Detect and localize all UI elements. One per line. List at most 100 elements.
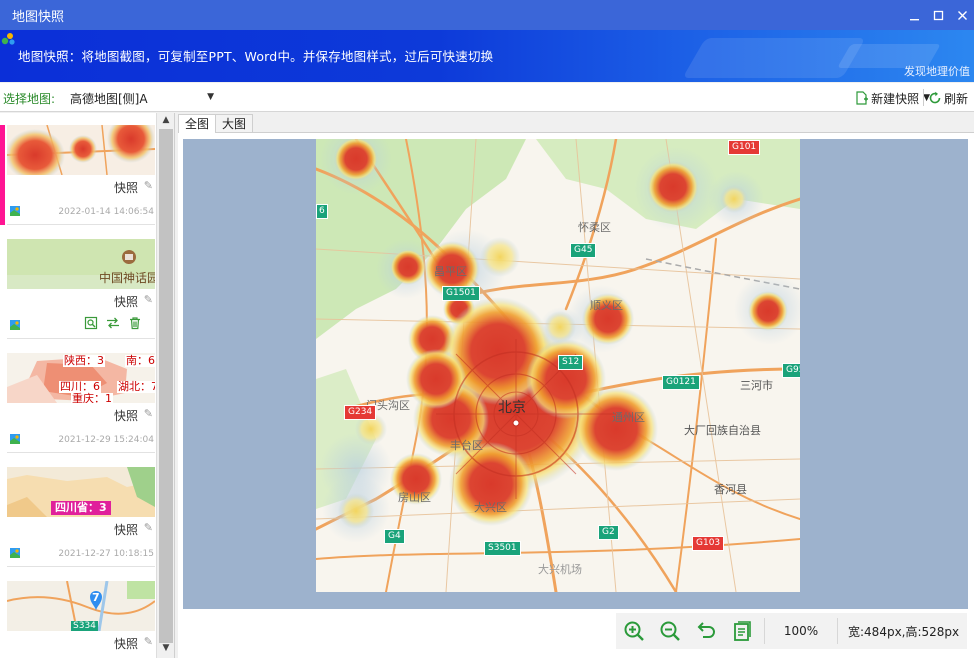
snapshot-date: 2021-12-27 10:18:15 (58, 549, 154, 559)
app-logo-icon (1, 33, 15, 45)
thumbnail-label: 南：6 (125, 354, 155, 367)
map-label: 顺义区 (590, 299, 623, 312)
road-shield: G2 (598, 525, 619, 540)
snapshot-item[interactable]: 中国神话园 快照 ✎ (0, 227, 156, 339)
road-shield: S12 (558, 355, 584, 370)
copy-image-button[interactable] (724, 613, 760, 649)
zoom-out-icon (660, 621, 680, 641)
refresh-button[interactable]: 刷新 (928, 88, 968, 108)
map-select-value: 高德地图[侧]A (70, 91, 148, 106)
snapshot-item[interactable]: 陕西：3 南：6 四川：6 湖北：7 重庆：1 快照 ✎ 2021-12-29 … (0, 341, 156, 453)
map-canvas[interactable]: 北京 怀柔区 昌平区 顺义区 门头沟区 丰台区 房山区 大兴区 通州区 三河市 … (183, 139, 968, 609)
zoom-toolbar: 100% 宽:484px,高:528px (616, 613, 967, 649)
close-button[interactable] (950, 0, 974, 30)
map-preview[interactable]: 北京 怀柔区 昌平区 顺义区 门头沟区 丰台区 房山区 大兴区 通州区 三河市 … (316, 139, 800, 592)
map-app-icon (10, 206, 20, 216)
scrollbar-thumb[interactable] (159, 129, 173, 643)
map-label: 通州区 (612, 411, 645, 424)
swap-icon[interactable] (106, 316, 120, 330)
zoom-out-button[interactable] (652, 613, 688, 649)
map-select[interactable]: 高德地图[侧]A ▼ (66, 88, 218, 108)
map-label: 香河县 (714, 483, 747, 496)
map-label: 怀柔区 (578, 221, 611, 234)
card-divider (7, 566, 155, 567)
map-label: 昌平区 (434, 265, 467, 278)
road-shield: G4 (384, 529, 405, 544)
zoom-percent: 100% (783, 624, 819, 638)
close-icon (957, 10, 967, 20)
snapshot-date: 2022-01-14 14:06:54 (58, 207, 154, 217)
road-shield: G103 (692, 536, 725, 551)
new-snapshot-button[interactable]: 新建快照 ▼ (855, 88, 930, 108)
snapshot-date: 2021-12-29 15:24:04 (58, 435, 154, 445)
toolbar-separator (923, 89, 924, 106)
snapshot-thumbnail[interactable]: 7 S334 (7, 581, 155, 631)
map-label: 大厂回族自治县 (684, 424, 761, 437)
maximize-icon (933, 10, 943, 20)
snapshot-name[interactable]: 快照 (114, 179, 138, 196)
banner-slogan: 发现地理价值 (904, 65, 970, 78)
edit-pencil-icon[interactable]: ✎ (144, 407, 153, 420)
snapshot-name[interactable]: 快照 (114, 407, 138, 424)
select-map-label: 选择地图: (3, 92, 56, 106)
edit-pencil-icon[interactable]: ✎ (144, 293, 153, 306)
map-label: 三河市 (740, 379, 773, 392)
road-shield: G45 (570, 243, 597, 258)
reset-zoom-button[interactable] (688, 613, 724, 649)
snapshot-name[interactable]: 快照 (114, 635, 138, 652)
card-divider (7, 338, 155, 339)
snapshot-name[interactable]: 快照 (114, 521, 138, 538)
snapshot-item[interactable]: 四川省：3 快照 ✎ 2021-12-27 10:18:15 (0, 455, 156, 567)
refresh-label: 刷新 (943, 91, 968, 106)
snapshot-thumbnail[interactable]: 四川省：3 (7, 467, 155, 517)
snapshot-item[interactable]: 7 S334 快照 ✎ (0, 569, 156, 658)
banner: 地图快照：将地图截图，可复制至PPT、Word中。并保存地图样式，过后可快速切换… (0, 30, 974, 82)
tab-full-map[interactable]: 全图 (178, 114, 217, 133)
edit-pencil-icon[interactable]: ✎ (144, 521, 153, 534)
minimize-icon (909, 18, 919, 20)
undo-icon (697, 622, 715, 638)
new-snapshot-label: 新建快照 (871, 91, 920, 106)
delete-icon[interactable] (128, 316, 142, 330)
new-document-icon (856, 91, 869, 105)
zoom-separator (837, 618, 838, 644)
preview-icon[interactable] (84, 316, 98, 330)
snapshot-name[interactable]: 快照 (114, 293, 138, 310)
preview-panel: 北京 怀柔区 昌平区 顺义区 门头沟区 丰台区 房山区 大兴区 通州区 三河市 … (178, 132, 974, 658)
thumbnail-label: 重庆：1 (71, 392, 113, 403)
road-shield: G101 (728, 140, 761, 155)
snapshot-list[interactable]: 快照 ✎ 2022-01-14 14:06:54 中国神话园 快照 ✎ 陕西：3… (0, 113, 175, 658)
tab-large-map[interactable]: 大图 (215, 114, 254, 133)
snapshot-thumbnail[interactable]: 中国神话园 (7, 239, 155, 289)
sidebar-scrollbar[interactable]: ▲ ▼ (156, 113, 174, 658)
maximize-button[interactable] (926, 0, 950, 30)
snapshot-thumbnail[interactable]: 陕西：3 南：6 四川：6 湖北：7 重庆：1 (7, 353, 155, 403)
snapshot-thumbnail[interactable] (7, 125, 155, 175)
thumbnail-label: 四川省：3 (51, 501, 111, 515)
scroll-down-icon[interactable]: ▼ (157, 643, 174, 657)
map-label: 大兴机场 (538, 563, 582, 576)
view-tabs: 全图 大图 (178, 114, 254, 133)
chevron-down-icon: ▼ (207, 92, 214, 102)
map-label: 北京 (498, 400, 526, 416)
thumbnail-label: 陕西：3 (63, 354, 105, 367)
road-shield: G95 (782, 363, 800, 378)
zoom-in-button[interactable] (616, 613, 652, 649)
snapshot-item[interactable]: 快照 ✎ 2022-01-14 14:06:54 (0, 113, 156, 225)
map-app-icon (10, 548, 20, 558)
toolbar: 选择地图: 高德地图[侧]A ▼ 新建快照 ▼ 刷新 (0, 83, 974, 112)
thumbnail-label: 中国神话园 (99, 271, 155, 285)
scroll-up-icon[interactable]: ▲ (157, 115, 174, 129)
title-bar: 地图快照 (0, 0, 974, 30)
active-marker (0, 125, 5, 225)
card-divider (7, 224, 155, 225)
banner-decoration (682, 38, 866, 78)
minimize-button[interactable] (902, 0, 926, 30)
edit-pencil-icon[interactable]: ✎ (144, 635, 153, 648)
map-app-icon (10, 434, 20, 444)
road-shield: S3501 (484, 541, 521, 556)
thumbnail-label: 湖北：7 (117, 381, 155, 393)
edit-pencil-icon[interactable]: ✎ (144, 179, 153, 192)
map-label: 丰台区 (450, 439, 483, 452)
refresh-icon (929, 91, 941, 104)
